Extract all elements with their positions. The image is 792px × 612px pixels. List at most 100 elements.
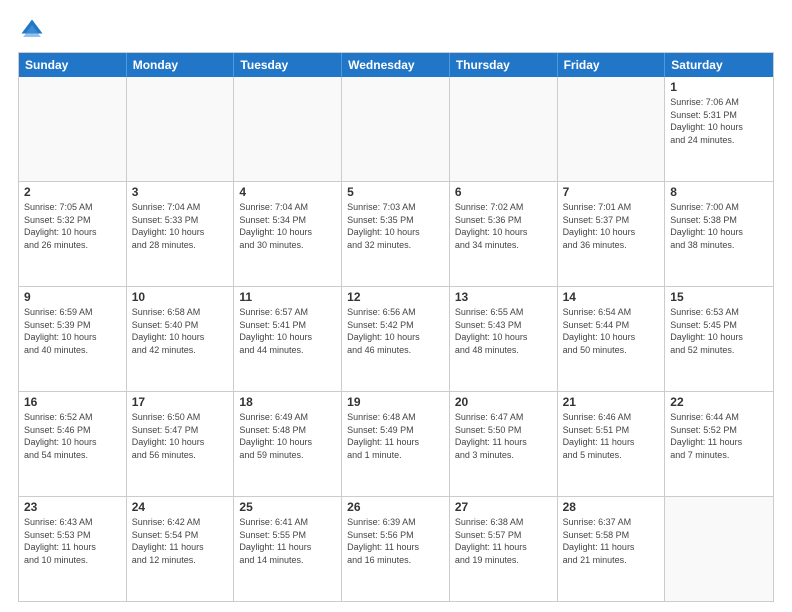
day-number: 21 [563,395,660,409]
day-number: 13 [455,290,552,304]
day-info: Sunrise: 6:42 AM Sunset: 5:54 PM Dayligh… [132,516,229,566]
day-info: Sunrise: 7:04 AM Sunset: 5:34 PM Dayligh… [239,201,336,251]
empty-cell-4-6 [665,497,773,601]
day-cell-12: 12 Sunrise: 6:56 AM Sunset: 5:42 PM Dayli… [342,287,450,391]
day-cell-8: 8 Sunrise: 7:00 AM Sunset: 5:38 PM Daylig… [665,182,773,286]
day-cell-5: 5 Sunrise: 7:03 AM Sunset: 5:35 PM Daylig… [342,182,450,286]
day-cell-19: 19 Sunrise: 6:48 AM Sunset: 5:49 PM Dayli… [342,392,450,496]
empty-cell-0-1 [127,77,235,181]
header-day-thursday: Thursday [450,53,558,77]
day-info: Sunrise: 7:02 AM Sunset: 5:36 PM Dayligh… [455,201,552,251]
empty-cell-0-5 [558,77,666,181]
day-cell-21: 21 Sunrise: 6:46 AM Sunset: 5:51 PM Dayli… [558,392,666,496]
calendar-body: 1 Sunrise: 7:06 AM Sunset: 5:31 PM Daylig… [19,77,773,601]
day-info: Sunrise: 6:41 AM Sunset: 5:55 PM Dayligh… [239,516,336,566]
day-cell-16: 16 Sunrise: 6:52 AM Sunset: 5:46 PM Dayli… [19,392,127,496]
day-number: 15 [670,290,768,304]
calendar-row-3: 16 Sunrise: 6:52 AM Sunset: 5:46 PM Dayli… [19,391,773,496]
day-number: 26 [347,500,444,514]
empty-cell-0-4 [450,77,558,181]
day-info: Sunrise: 6:44 AM Sunset: 5:52 PM Dayligh… [670,411,768,461]
day-info: Sunrise: 7:04 AM Sunset: 5:33 PM Dayligh… [132,201,229,251]
day-cell-7: 7 Sunrise: 7:01 AM Sunset: 5:37 PM Daylig… [558,182,666,286]
day-info: Sunrise: 6:52 AM Sunset: 5:46 PM Dayligh… [24,411,121,461]
day-cell-18: 18 Sunrise: 6:49 AM Sunset: 5:48 PM Dayli… [234,392,342,496]
empty-cell-0-3 [342,77,450,181]
day-info: Sunrise: 6:39 AM Sunset: 5:56 PM Dayligh… [347,516,444,566]
day-number: 16 [24,395,121,409]
day-info: Sunrise: 6:50 AM Sunset: 5:47 PM Dayligh… [132,411,229,461]
day-cell-26: 26 Sunrise: 6:39 AM Sunset: 5:56 PM Dayli… [342,497,450,601]
day-info: Sunrise: 6:49 AM Sunset: 5:48 PM Dayligh… [239,411,336,461]
day-info: Sunrise: 6:54 AM Sunset: 5:44 PM Dayligh… [563,306,660,356]
day-number: 14 [563,290,660,304]
day-cell-4: 4 Sunrise: 7:04 AM Sunset: 5:34 PM Daylig… [234,182,342,286]
day-number: 3 [132,185,229,199]
day-number: 17 [132,395,229,409]
day-info: Sunrise: 6:57 AM Sunset: 5:41 PM Dayligh… [239,306,336,356]
day-info: Sunrise: 6:38 AM Sunset: 5:57 PM Dayligh… [455,516,552,566]
day-cell-9: 9 Sunrise: 6:59 AM Sunset: 5:39 PM Daylig… [19,287,127,391]
day-info: Sunrise: 6:56 AM Sunset: 5:42 PM Dayligh… [347,306,444,356]
logo-icon [18,16,46,44]
day-number: 27 [455,500,552,514]
day-number: 2 [24,185,121,199]
header-day-saturday: Saturday [665,53,773,77]
day-number: 10 [132,290,229,304]
day-number: 23 [24,500,121,514]
day-number: 1 [670,80,768,94]
calendar-row-1: 2 Sunrise: 7:05 AM Sunset: 5:32 PM Daylig… [19,181,773,286]
day-info: Sunrise: 6:37 AM Sunset: 5:58 PM Dayligh… [563,516,660,566]
day-number: 18 [239,395,336,409]
day-info: Sunrise: 6:58 AM Sunset: 5:40 PM Dayligh… [132,306,229,356]
day-number: 11 [239,290,336,304]
day-cell-2: 2 Sunrise: 7:05 AM Sunset: 5:32 PM Daylig… [19,182,127,286]
day-cell-25: 25 Sunrise: 6:41 AM Sunset: 5:55 PM Dayli… [234,497,342,601]
day-cell-17: 17 Sunrise: 6:50 AM Sunset: 5:47 PM Dayli… [127,392,235,496]
page: SundayMondayTuesdayWednesdayThursdayFrid… [0,0,792,612]
day-cell-3: 3 Sunrise: 7:04 AM Sunset: 5:33 PM Daylig… [127,182,235,286]
day-cell-10: 10 Sunrise: 6:58 AM Sunset: 5:40 PM Dayli… [127,287,235,391]
header-day-wednesday: Wednesday [342,53,450,77]
calendar-row-2: 9 Sunrise: 6:59 AM Sunset: 5:39 PM Daylig… [19,286,773,391]
day-number: 22 [670,395,768,409]
day-cell-11: 11 Sunrise: 6:57 AM Sunset: 5:41 PM Dayli… [234,287,342,391]
day-info: Sunrise: 6:43 AM Sunset: 5:53 PM Dayligh… [24,516,121,566]
day-info: Sunrise: 7:06 AM Sunset: 5:31 PM Dayligh… [670,96,768,146]
day-cell-23: 23 Sunrise: 6:43 AM Sunset: 5:53 PM Dayli… [19,497,127,601]
day-cell-20: 20 Sunrise: 6:47 AM Sunset: 5:50 PM Dayli… [450,392,558,496]
day-number: 9 [24,290,121,304]
day-number: 19 [347,395,444,409]
day-info: Sunrise: 7:03 AM Sunset: 5:35 PM Dayligh… [347,201,444,251]
day-info: Sunrise: 6:47 AM Sunset: 5:50 PM Dayligh… [455,411,552,461]
day-cell-1: 1 Sunrise: 7:06 AM Sunset: 5:31 PM Daylig… [665,77,773,181]
day-info: Sunrise: 7:00 AM Sunset: 5:38 PM Dayligh… [670,201,768,251]
day-info: Sunrise: 6:46 AM Sunset: 5:51 PM Dayligh… [563,411,660,461]
day-number: 20 [455,395,552,409]
header-day-sunday: Sunday [19,53,127,77]
day-number: 5 [347,185,444,199]
day-info: Sunrise: 6:55 AM Sunset: 5:43 PM Dayligh… [455,306,552,356]
calendar-row-4: 23 Sunrise: 6:43 AM Sunset: 5:53 PM Dayli… [19,496,773,601]
day-cell-22: 22 Sunrise: 6:44 AM Sunset: 5:52 PM Dayli… [665,392,773,496]
day-cell-27: 27 Sunrise: 6:38 AM Sunset: 5:57 PM Dayli… [450,497,558,601]
calendar-row-0: 1 Sunrise: 7:06 AM Sunset: 5:31 PM Daylig… [19,77,773,181]
day-info: Sunrise: 6:48 AM Sunset: 5:49 PM Dayligh… [347,411,444,461]
day-number: 25 [239,500,336,514]
day-number: 4 [239,185,336,199]
day-info: Sunrise: 7:05 AM Sunset: 5:32 PM Dayligh… [24,201,121,251]
day-info: Sunrise: 7:01 AM Sunset: 5:37 PM Dayligh… [563,201,660,251]
header-day-friday: Friday [558,53,666,77]
day-number: 12 [347,290,444,304]
calendar-header-row: SundayMondayTuesdayWednesdayThursdayFrid… [19,53,773,77]
day-cell-28: 28 Sunrise: 6:37 AM Sunset: 5:58 PM Dayli… [558,497,666,601]
day-info: Sunrise: 6:59 AM Sunset: 5:39 PM Dayligh… [24,306,121,356]
day-number: 6 [455,185,552,199]
day-number: 8 [670,185,768,199]
day-number: 7 [563,185,660,199]
empty-cell-0-0 [19,77,127,181]
day-info: Sunrise: 6:53 AM Sunset: 5:45 PM Dayligh… [670,306,768,356]
day-number: 28 [563,500,660,514]
empty-cell-0-2 [234,77,342,181]
day-cell-24: 24Sunrise: 6:42 AM Sunset: 5:54 PM Dayli… [127,497,235,601]
